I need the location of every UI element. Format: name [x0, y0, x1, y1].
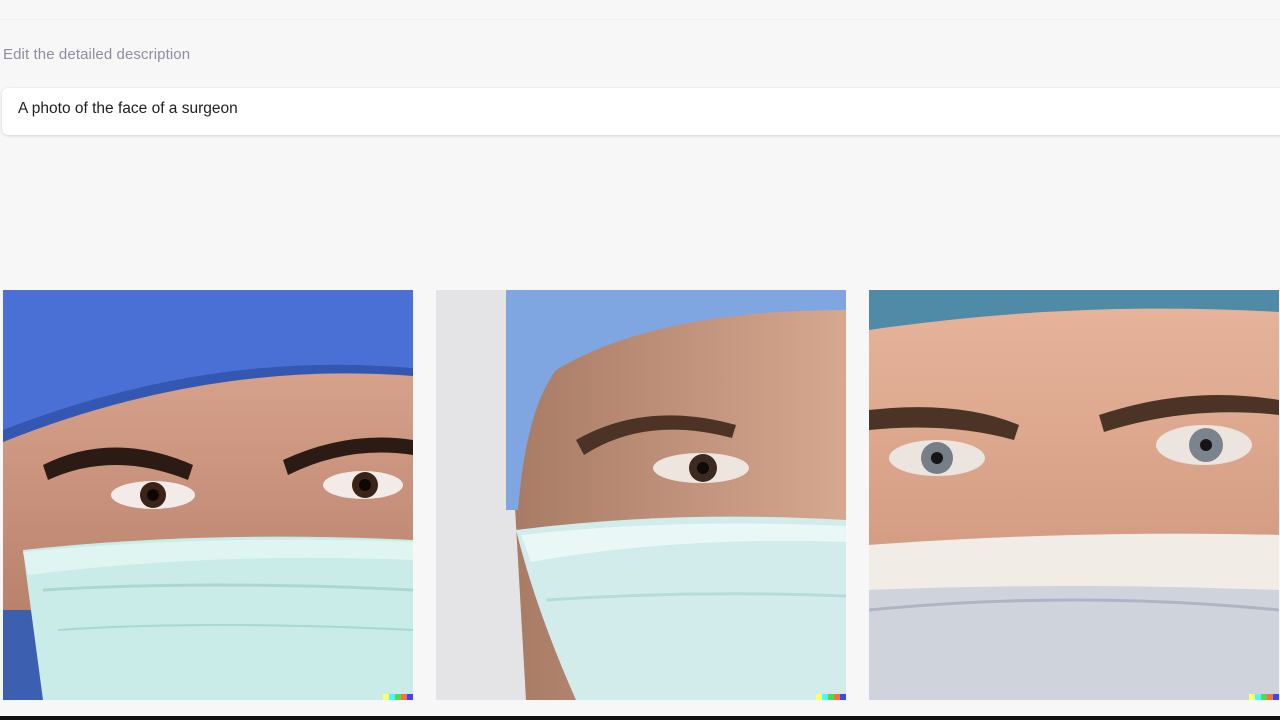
watermark-1 [383, 694, 413, 700]
result-image-1[interactable] [3, 290, 413, 700]
top-divider [0, 19, 1280, 20]
surgeon-photo-1 [3, 290, 413, 700]
page: Edit the detailed description [0, 0, 1280, 720]
result-image-3[interactable] [869, 290, 1279, 700]
bottom-bar [0, 716, 1280, 720]
prompt-input[interactable] [18, 100, 1258, 118]
surgeon-photo-2 [436, 290, 846, 700]
surgeon-photo-3 [869, 290, 1279, 700]
result-image-2[interactable] [436, 290, 846, 700]
prompt-label: Edit the detailed description [3, 46, 191, 63]
watermark-3 [1249, 694, 1279, 700]
watermark-2 [816, 694, 846, 700]
prompt-box[interactable] [2, 88, 1280, 135]
